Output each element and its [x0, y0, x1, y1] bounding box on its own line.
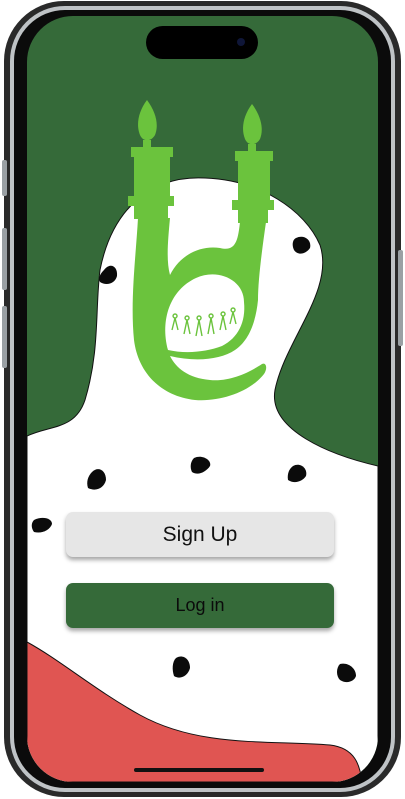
power-button: [398, 250, 403, 346]
phone-frame: [0, 0, 405, 799]
mute-switch: [2, 160, 7, 196]
log-in-button[interactable]: Log in: [66, 583, 334, 628]
front-camera-icon: [237, 38, 245, 46]
home-indicator: [134, 768, 264, 772]
volume-down-button: [2, 306, 7, 368]
screen: [27, 16, 378, 782]
phone-svg: [2, 1, 403, 797]
volume-up-button: [2, 228, 7, 290]
sign-up-button[interactable]: Sign Up: [66, 512, 334, 557]
